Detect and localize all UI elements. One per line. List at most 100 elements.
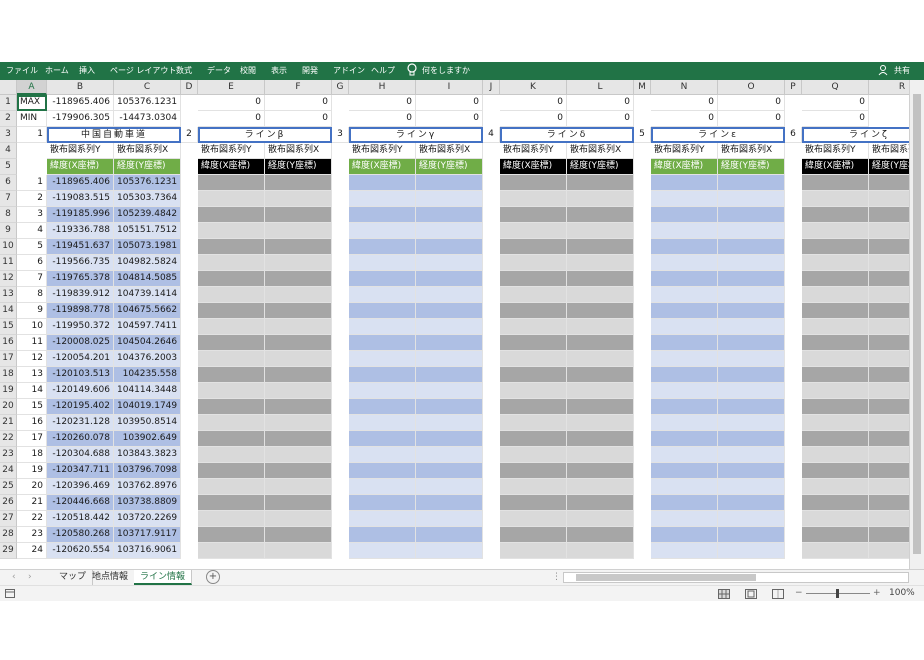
lon-empty-cell[interactable]: [718, 399, 785, 415]
lon-empty-cell[interactable]: [718, 303, 785, 319]
lon-empty-cell[interactable]: [265, 463, 332, 479]
row-header[interactable]: 29: [0, 543, 17, 559]
lon-header-cell[interactable]: 経度(Y座標): [567, 159, 634, 175]
page-break-view-icon[interactable]: [772, 589, 784, 599]
lat-empty-cell[interactable]: [651, 511, 718, 527]
row-header[interactable]: 28: [0, 527, 17, 543]
ribbon-tab[interactable]: データ: [207, 62, 231, 80]
lat-header-cell[interactable]: 緯度(X座標): [198, 159, 265, 175]
lon-empty-cell[interactable]: [265, 255, 332, 271]
lat-empty-cell[interactable]: [349, 367, 416, 383]
lon-empty-cell[interactable]: [718, 255, 785, 271]
point-number-cell[interactable]: 12: [17, 351, 47, 367]
row-header[interactable]: 21: [0, 415, 17, 431]
lat-empty-cell[interactable]: [651, 463, 718, 479]
summary-zero-cell[interactable]: 0: [651, 111, 718, 127]
horizontal-scroll-thumb[interactable]: [576, 574, 756, 581]
row-header[interactable]: 23: [0, 447, 17, 463]
lat-empty-cell[interactable]: [198, 207, 265, 223]
lon-empty-cell[interactable]: [567, 543, 634, 559]
lon-empty-cell[interactable]: [567, 335, 634, 351]
summary-zero-cell[interactable]: 0: [567, 95, 634, 111]
summary-zero-cell[interactable]: 0: [500, 95, 567, 111]
lat-value-cell[interactable]: -120195.402: [47, 399, 114, 415]
series-x-label[interactable]: 散布図系列X: [567, 143, 634, 159]
point-number-cell[interactable]: 1: [17, 175, 47, 191]
point-number-cell[interactable]: 10: [17, 319, 47, 335]
lat-empty-cell[interactable]: [198, 431, 265, 447]
add-sheet-icon[interactable]: +: [206, 570, 220, 584]
lat-empty-cell[interactable]: [802, 255, 869, 271]
lat-empty-cell[interactable]: [500, 495, 567, 511]
lat-empty-cell[interactable]: [651, 431, 718, 447]
lat-empty-cell[interactable]: [500, 431, 567, 447]
lon-empty-cell[interactable]: [416, 351, 483, 367]
lat-empty-cell[interactable]: [349, 383, 416, 399]
lat-value-cell[interactable]: -119083.515: [47, 191, 114, 207]
lat-empty-cell[interactable]: [349, 479, 416, 495]
lat-value-cell[interactable]: -120054.201: [47, 351, 114, 367]
lat-empty-cell[interactable]: [802, 207, 869, 223]
lon-empty-cell[interactable]: [567, 495, 634, 511]
lat-empty-cell[interactable]: [198, 351, 265, 367]
lon-empty-cell[interactable]: [416, 543, 483, 559]
column-header[interactable]: F: [265, 80, 332, 95]
lat-empty-cell[interactable]: [198, 239, 265, 255]
lon-empty-cell[interactable]: [416, 271, 483, 287]
min-lon-cell[interactable]: -14473.0304: [114, 111, 181, 127]
max-lat-cell[interactable]: -118965.406: [47, 95, 114, 111]
lon-empty-cell[interactable]: [416, 431, 483, 447]
column-header[interactable]: P: [785, 80, 802, 95]
lon-value-cell[interactable]: 103717.9117: [114, 527, 181, 543]
lat-empty-cell[interactable]: [349, 351, 416, 367]
lon-empty-cell[interactable]: [718, 383, 785, 399]
lon-empty-cell[interactable]: [265, 271, 332, 287]
lon-empty-cell[interactable]: [567, 463, 634, 479]
lat-value-cell[interactable]: -118965.406: [47, 175, 114, 191]
lat-empty-cell[interactable]: [500, 415, 567, 431]
lon-value-cell[interactable]: 105303.7364: [114, 191, 181, 207]
point-number-cell[interactable]: 20: [17, 479, 47, 495]
point-number-cell[interactable]: 14: [17, 383, 47, 399]
ribbon-tab[interactable]: ヘルプ: [371, 62, 395, 80]
row-header[interactable]: 8: [0, 207, 17, 223]
lon-empty-cell[interactable]: [567, 191, 634, 207]
lat-empty-cell[interactable]: [198, 495, 265, 511]
lon-value-cell[interactable]: 103716.9061: [114, 543, 181, 559]
lon-empty-cell[interactable]: [416, 303, 483, 319]
lat-empty-cell[interactable]: [500, 399, 567, 415]
row-header[interactable]: 24: [0, 463, 17, 479]
lat-empty-cell[interactable]: [198, 175, 265, 191]
lon-empty-cell[interactable]: [265, 239, 332, 255]
lon-empty-cell[interactable]: [567, 319, 634, 335]
lat-empty-cell[interactable]: [198, 543, 265, 559]
row-header[interactable]: 20: [0, 399, 17, 415]
lon-empty-cell[interactable]: [265, 447, 332, 463]
lon-empty-cell[interactable]: [416, 383, 483, 399]
lon-value-cell[interactable]: 105151.7512: [114, 223, 181, 239]
lon-empty-cell[interactable]: [265, 287, 332, 303]
lon-value-cell[interactable]: 104597.7411: [114, 319, 181, 335]
point-number-cell[interactable]: 15: [17, 399, 47, 415]
point-number-cell[interactable]: 7: [17, 271, 47, 287]
lon-empty-cell[interactable]: [416, 511, 483, 527]
zoom-out-icon[interactable]: −: [795, 586, 803, 601]
lat-value-cell[interactable]: -120620.554: [47, 543, 114, 559]
lat-value-cell[interactable]: -120580.268: [47, 527, 114, 543]
column-header[interactable]: O: [718, 80, 785, 95]
lon-empty-cell[interactable]: [567, 287, 634, 303]
lat-value-cell[interactable]: -120149.606: [47, 383, 114, 399]
lat-empty-cell[interactable]: [349, 287, 416, 303]
summary-zero-cell[interactable]: 0: [349, 95, 416, 111]
column-header[interactable]: I: [416, 80, 483, 95]
lon-empty-cell[interactable]: [567, 447, 634, 463]
row-header[interactable]: 22: [0, 431, 17, 447]
ribbon-tab[interactable]: 表示: [271, 62, 287, 80]
lon-empty-cell[interactable]: [265, 383, 332, 399]
lat-value-cell[interactable]: -120103.513: [47, 367, 114, 383]
lat-empty-cell[interactable]: [802, 415, 869, 431]
lon-empty-cell[interactable]: [265, 191, 332, 207]
point-number-cell[interactable]: 19: [17, 463, 47, 479]
lat-empty-cell[interactable]: [802, 367, 869, 383]
lat-empty-cell[interactable]: [198, 527, 265, 543]
